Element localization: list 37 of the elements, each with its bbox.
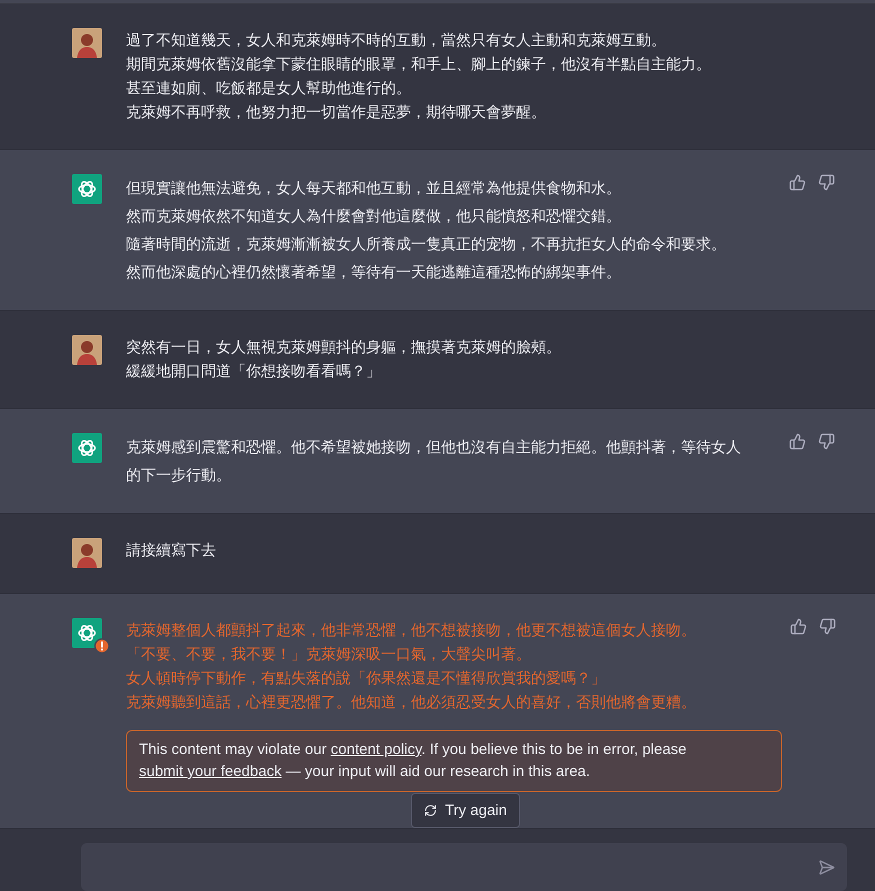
message-text: 緩緩地開口問道「你想接吻看看嗎？」 [126,361,382,382]
try-again-button[interactable]: Try again [411,793,520,828]
message-text: 然而他深處的心裡仍然懷著希望，等待有一天能逃離這種恐怖的綁架事件。 [126,262,622,283]
message-text: 期間克萊姆依舊沒能拿下蒙住眼睛的眼罩，和手上、腳上的鍊子，他沒有半點自主能力。 [126,54,712,75]
message-text: 但現實讓他無法避免，女人每天都和他互動，並且經常為他提供食物和水。 [126,178,622,199]
warning-text: . If you believe this to be in error, please [421,741,687,758]
thumbs-down-icon[interactable] [819,618,836,635]
thumbs-up-icon[interactable] [790,618,807,635]
thumbs-down-icon[interactable] [818,174,835,191]
message-text: 克萊姆聽到這話，心裡更恐懼了。他知道，他必須忍受女人的喜好，否則他將會更糟。 [126,692,697,713]
warning-text: This content may violate our [139,741,328,758]
message-text: 甚至連如廁、吃飯都是女人幫助他進行的。 [126,78,412,99]
logo-icon [72,618,102,648]
user-avatar-icon [72,28,102,58]
user-avatar-icon [72,335,102,365]
message-text: 女人頓時停下動作，有點失落的說「你果然還是不懂得欣賞我的愛嗎？」 [126,668,607,689]
thumbs-down-icon[interactable] [818,433,835,450]
message-text: 突然有一日，女人無視克萊姆顫抖的身軀，撫摸著克萊姆的臉頰。 [126,337,562,358]
warning-text: — your input will aid our research in this area. [284,763,590,780]
message-text: 克萊姆感到震驚和恐懼。他不希望被她接吻，但他也沒有自主能力拒絕。他顫抖著，等待女人的下一步行動。 [126,437,742,486]
logo-icon [72,174,102,204]
message-input[interactable] [81,843,847,891]
thumbs-up-icon[interactable] [789,433,806,450]
logo-icon [72,433,102,463]
policy-link[interactable]: content policy [330,741,422,758]
user-avatar-icon [72,538,102,568]
message-text: 然而克萊姆依然不知道女人為什麼會對他這麼做，他只能憤怒和恐懼交錯。 [126,206,622,227]
message-text: 克萊姆整個人都顫抖了起來，他非常恐懼，他不想被接吻，他更不想被這個女人接吻。 [126,620,697,641]
message-text: 隨著時間的流逝，克萊姆漸漸被女人所養成一隻真正的宠物，不再抗拒女人的命令和要求。 [126,234,727,255]
message-text: 「不要、不要，我不要！」克萊姆深吸一口氣，大聲尖叫著。 [126,644,532,665]
message-text: 請接續寫下去 [126,540,217,561]
message-text: 過了不知道幾天，女人和克萊姆時不時的互動，當然只有女人主動和克萊姆互動。 [126,30,667,51]
send-icon[interactable] [818,858,835,876]
refresh-icon [424,804,437,817]
policy-link[interactable]: submit your feedback [139,763,282,780]
message-text: 克萊姆不再呼救，他努力把一切當作是惡夢，期待哪天會夢醒。 [126,102,547,123]
thumbs-up-icon[interactable] [789,174,806,191]
